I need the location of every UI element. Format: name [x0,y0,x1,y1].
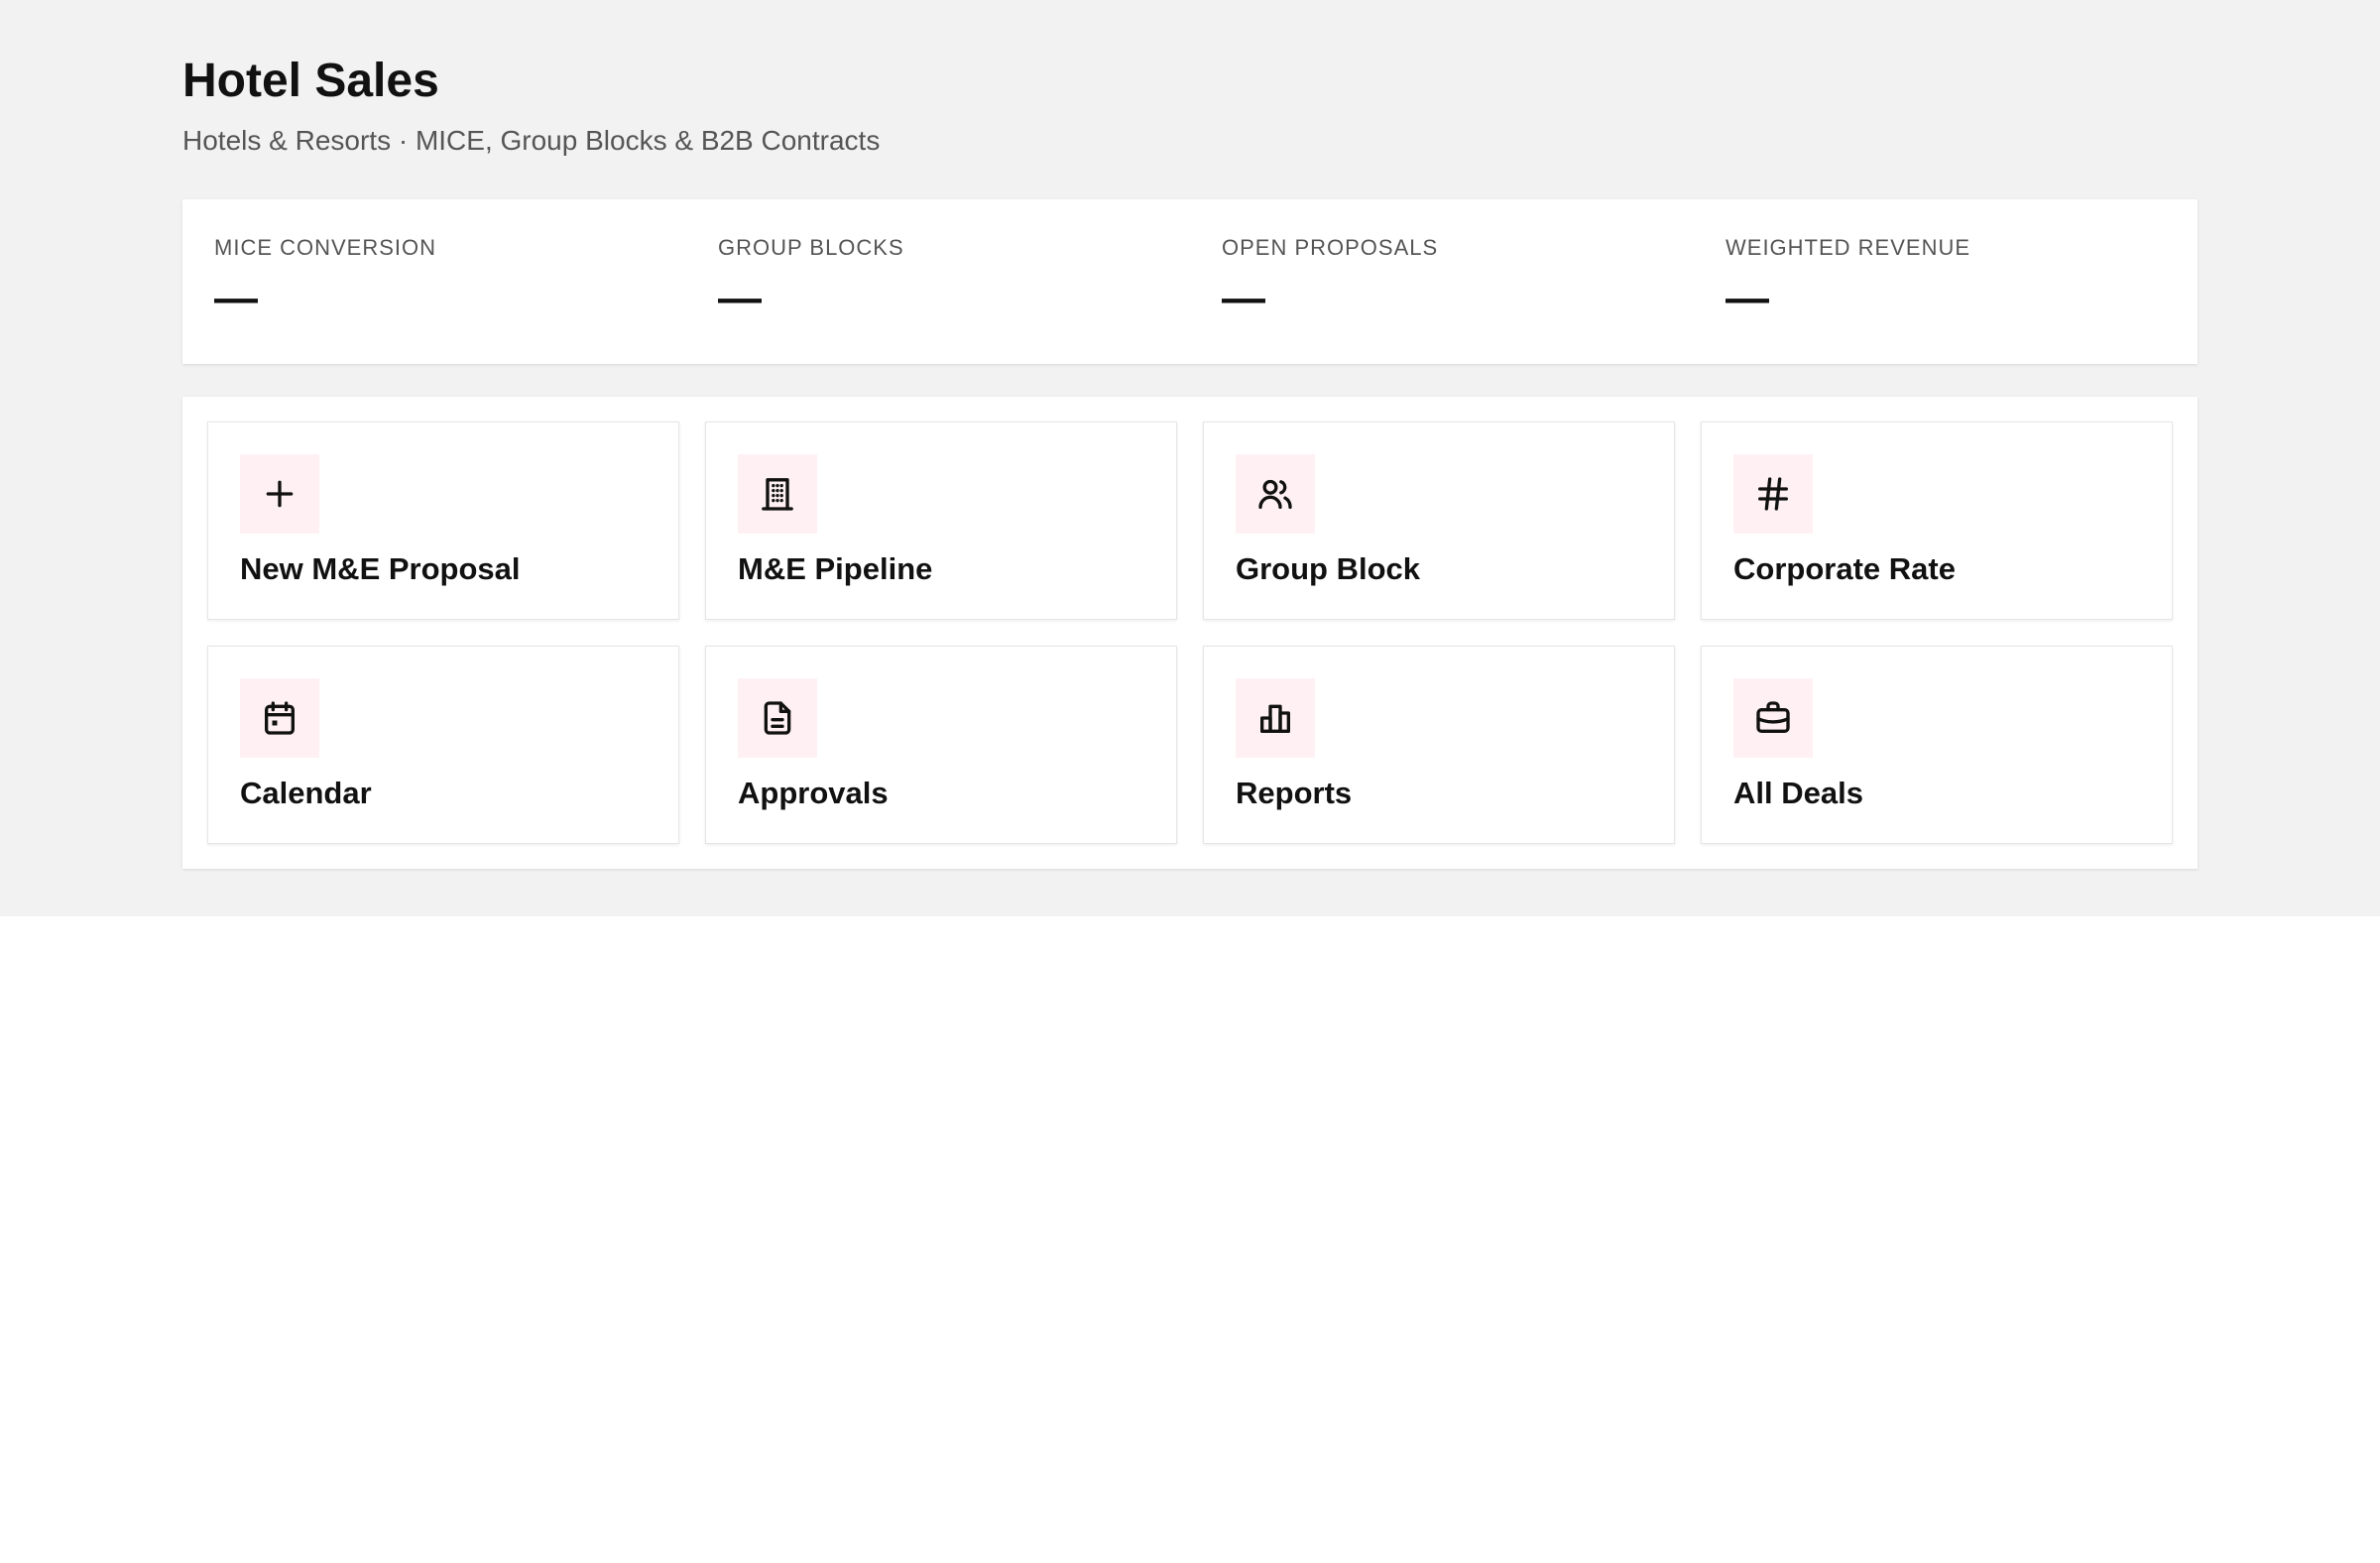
bar-chart-icon [1236,678,1315,758]
page-header: Hotel Sales Hotels & Resorts · MICE, Gro… [182,52,880,159]
approvals-tile[interactable]: Approvals [705,646,1177,844]
quick-actions-grid: New M&E Proposal M&E Pipeline Group Bloc… [207,421,2173,844]
tile-label: All Deals [1733,776,1863,810]
new-me-proposal-tile[interactable]: New M&E Proposal [207,421,679,620]
kpi-summary-card: MICE CONVERSION — GROUP BLOCKS — OPEN PR… [182,199,2198,364]
reports-tile[interactable]: Reports [1203,646,1675,844]
kpi-mice-conversion: MICE CONVERSION — [182,199,686,364]
kpi-weighted-revenue: WEIGHTED REVENUE — [1694,199,2198,364]
tile-label: Reports [1236,776,1353,810]
building-icon [738,454,817,534]
kpi-group-blocks: GROUP BLOCKS — [686,199,1190,364]
group-block-tile[interactable]: Group Block [1203,421,1675,620]
kpi-value: — [1726,274,1769,322]
corporate-rate-tile[interactable]: Corporate Rate [1701,421,2173,620]
briefcase-icon [1733,678,1813,758]
tile-label: Approvals [738,776,889,810]
tile-label: Calendar [240,776,372,810]
hash-icon [1733,454,1813,534]
tile-label: Corporate Rate [1733,551,1956,586]
kpi-open-proposals: OPEN PROPOSALS — [1190,199,1694,364]
plus-icon [240,454,319,534]
quick-actions-card: New M&E Proposal M&E Pipeline Group Bloc… [182,397,2198,869]
users-icon [1236,454,1315,534]
kpi-value: — [718,274,762,322]
kpi-label: WEIGHTED REVENUE [1726,235,1971,260]
tile-label: New M&E Proposal [240,551,521,586]
kpi-label: MICE CONVERSION [214,235,437,260]
calendar-tile[interactable]: Calendar [207,646,679,844]
calendar-icon [240,678,319,758]
kpi-value: — [1222,274,1265,322]
all-deals-tile[interactable]: All Deals [1701,646,2173,844]
page-subtitle: Hotels & Resorts · MICE, Group Blocks & … [182,125,881,156]
kpi-value: — [214,274,258,322]
kpi-label: GROUP BLOCKS [718,235,904,260]
tile-label: M&E Pipeline [738,551,933,586]
page-title: Hotel Sales [182,55,439,107]
document-icon [738,678,817,758]
kpi-label: OPEN PROPOSALS [1222,235,1439,260]
tile-label: Group Block [1236,551,1421,586]
app-shell: Hotel Sales Hotels & Resorts · MICE, Gro… [0,0,2380,916]
me-pipeline-tile[interactable]: M&E Pipeline [705,421,1177,620]
